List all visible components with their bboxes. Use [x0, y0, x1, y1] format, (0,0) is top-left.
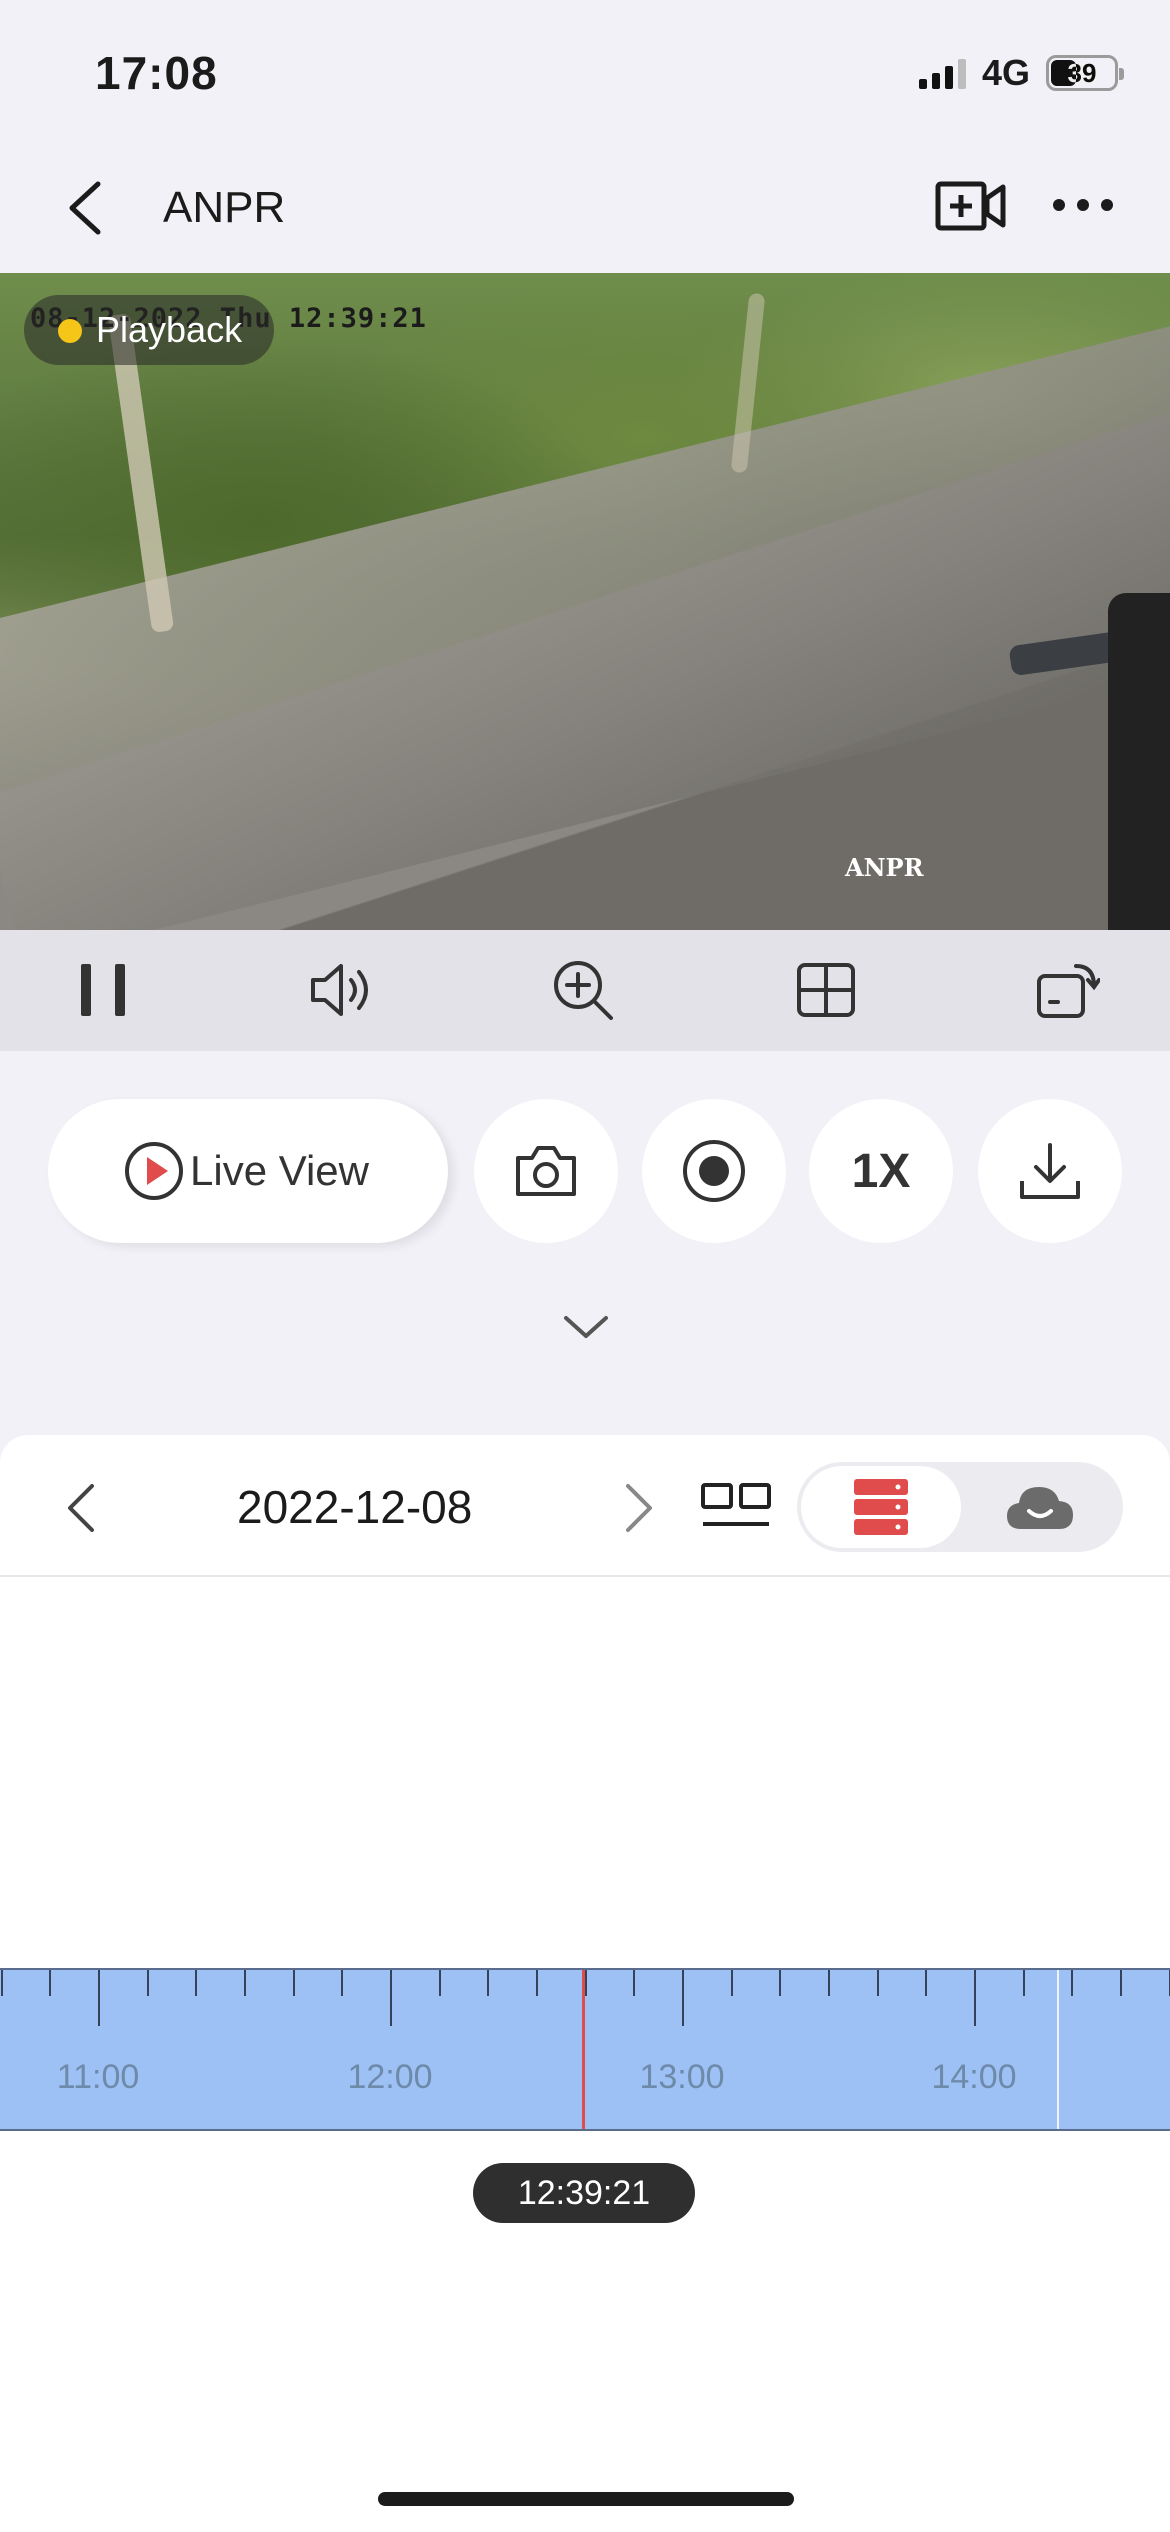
- back-icon[interactable]: [60, 178, 110, 238]
- timeline-track[interactable]: 11:00 12:00 13:00 14:00: [0, 1968, 1170, 2131]
- timeline-minor-tick: [487, 1970, 490, 1996]
- storage-server-icon: [854, 1479, 908, 1535]
- timeline-minor-tick: [292, 1970, 295, 1996]
- current-time-badge: 12:39:21: [473, 2163, 695, 2223]
- volume-icon: [311, 964, 368, 1016]
- timeline-minor-tick: [244, 1970, 246, 1996]
- timeline-minor-tick: [0, 1970, 3, 1996]
- thumbnail-view-icon[interactable]: [700, 1482, 772, 1530]
- snapshot-button[interactable]: [474, 1099, 618, 1243]
- status-indicators: 4G 39: [918, 52, 1124, 94]
- timeline-minor-tick: [1022, 1970, 1025, 1996]
- download-icon: [1020, 1143, 1080, 1199]
- video-osd-camera-name: ANPR: [845, 853, 924, 882]
- timeline-minor-tick: [779, 1970, 782, 1996]
- chevron-down-icon[interactable]: [560, 1310, 612, 1342]
- video-player[interactable]: 08-12-2022 Thu 12:39:21 Playback ANPR: [0, 273, 1170, 930]
- timeline-recording-edge: [1057, 1970, 1059, 2129]
- previous-day-icon[interactable]: [62, 1480, 102, 1536]
- grid-layout-icon: [797, 963, 855, 1017]
- play-icon: [125, 1142, 183, 1200]
- timeline-minor-tick: [536, 1970, 539, 1996]
- live-view-label: Live View: [190, 1147, 369, 1194]
- grid-layout-button[interactable]: [788, 952, 864, 1028]
- timeline-hour-label: 12:00: [347, 2058, 433, 2096]
- timeline-minor-tick: [828, 1970, 831, 1996]
- timeline-minor-tick: [438, 1970, 441, 1996]
- status-bar: 17:08 4G 39: [0, 0, 1170, 150]
- zoom-button[interactable]: [545, 952, 621, 1028]
- timeline-minor-tick: [146, 1970, 149, 1996]
- playback-label: Playback: [96, 309, 243, 350]
- rotate-screen-icon: [1037, 964, 1100, 1018]
- cloud-storage-option[interactable]: [961, 1466, 1119, 1548]
- timeline-major-tick: [390, 1970, 393, 2026]
- signal-icon: [918, 57, 966, 89]
- record-icon: [683, 1140, 745, 1202]
- player-toolbar: [0, 930, 1170, 1051]
- timeline-minor-tick: [341, 1970, 344, 1996]
- camera-icon: [516, 1146, 576, 1196]
- pause-icon: [81, 964, 125, 1016]
- zoom-in-icon: [554, 961, 613, 1020]
- timeline-minor-tick: [633, 1970, 636, 1996]
- next-day-icon[interactable]: [618, 1480, 658, 1536]
- timeline-minor-tick: [49, 1970, 52, 1996]
- selected-date[interactable]: 2022-12-08: [237, 1480, 472, 1534]
- timeline-major-tick: [974, 1970, 977, 2026]
- live-view-button[interactable]: Live View: [48, 1099, 448, 1243]
- timeline-hour-label: 11:00: [56, 2058, 140, 2096]
- divider: [0, 1575, 1170, 1577]
- rotate-screen-button[interactable]: [1030, 952, 1106, 1028]
- page-title: ANPR: [163, 183, 286, 232]
- timeline-minor-tick: [730, 1970, 733, 1996]
- timeline-minor-tick: [195, 1970, 198, 1996]
- record-button[interactable]: [642, 1099, 786, 1243]
- playback-speed-label: 1X: [851, 1144, 911, 1198]
- video-frame-post: [1108, 593, 1170, 930]
- timeline-major-tick: [98, 1970, 100, 2026]
- timeline-minor-tick: [876, 1970, 879, 1996]
- playback-speed-button[interactable]: 1X: [809, 1099, 953, 1243]
- timeline-hour-label: 14:00: [931, 2058, 1017, 2096]
- timeline-hour-label: 13:00: [639, 2058, 725, 2096]
- storage-source-switch[interactable]: [797, 1462, 1123, 1552]
- video-frame-road: [0, 318, 1170, 930]
- local-storage-option[interactable]: [801, 1466, 961, 1548]
- timeline-minor-tick: [1071, 1970, 1074, 1996]
- record-clip-icon[interactable]: [935, 178, 1007, 234]
- battery-icon: 39: [1046, 55, 1124, 91]
- timeline-minor-tick: [1120, 1970, 1123, 1996]
- home-indicator: [378, 2492, 794, 2506]
- network-label: 4G: [981, 52, 1030, 93]
- timeline-minor-tick: [925, 1970, 928, 1996]
- battery-level: 39: [1067, 57, 1097, 88]
- volume-button[interactable]: [305, 952, 381, 1028]
- playback-status-dot: [58, 319, 82, 343]
- timeline-minor-tick: [584, 1970, 587, 1996]
- download-button[interactable]: [978, 1099, 1122, 1243]
- pause-button[interactable]: [65, 952, 141, 1028]
- playback-badge: Playback: [24, 295, 275, 365]
- timeline-major-tick: [682, 1970, 685, 2026]
- more-icon[interactable]: [1050, 190, 1116, 220]
- cloud-icon: [1007, 1487, 1073, 1529]
- status-time: 17:08: [95, 47, 218, 99]
